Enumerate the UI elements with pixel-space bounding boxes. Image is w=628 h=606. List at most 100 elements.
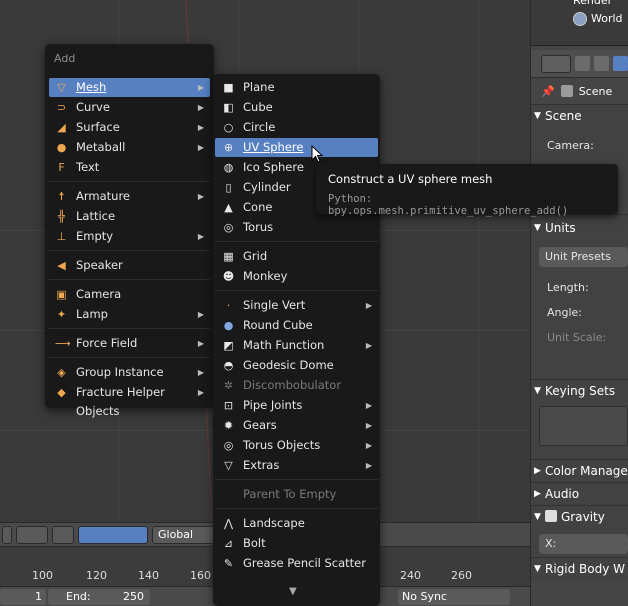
mesh-item-bolt[interactable]: ⊿ Bolt	[215, 534, 378, 553]
gravity-checkbox[interactable]	[545, 510, 557, 522]
mesh-item-plane[interactable]: ■ Plane	[215, 78, 378, 97]
ruler-tick: 120	[86, 569, 107, 582]
mesh-item-torus-objects[interactable]: ◎ Torus Objects ▶	[215, 436, 378, 455]
mesh-item-gears[interactable]: ✹ Gears ▶	[215, 416, 378, 435]
add-menu-item-metaball[interactable]: ● Metaball ▶	[49, 138, 210, 157]
audio-panel-header[interactable]: ▶ Audio	[531, 483, 628, 505]
menu-separator	[215, 290, 378, 291]
ruler-tick: 160	[190, 569, 211, 582]
panel-title: Rigid Body W	[545, 562, 626, 576]
menu-item-label: Curve	[76, 100, 110, 114]
properties-panel[interactable]: Render World 📌 Scene ▼Scene Camera: Back…	[530, 0, 628, 606]
menu-item-label: Circle	[243, 120, 276, 134]
outliner-item-render[interactable]: Render	[573, 0, 612, 10]
menu-item-label: Empty	[76, 229, 114, 243]
mesh-item-pipe-joints[interactable]: ⊡ Pipe Joints ▶	[215, 396, 378, 415]
shading-dropdown[interactable]	[16, 525, 48, 544]
add-menu-item-lattice[interactable]: ╬ Lattice	[49, 207, 210, 226]
add-menu-item-speaker[interactable]: ◀ Speaker	[49, 256, 210, 275]
mode-button[interactable]	[2, 525, 12, 544]
rigid-body-world-panel-header[interactable]: ▼ Rigid Body W	[531, 558, 628, 580]
keying-sets-panel-header[interactable]: ▼ Keying Sets	[531, 380, 628, 402]
add-menu-item-mesh[interactable]: ▽ Mesh ▶	[49, 78, 210, 97]
menu-item-label: Surface	[76, 120, 120, 134]
unit-presets-dropdown[interactable]: Unit Presets	[539, 247, 628, 267]
pin-icon[interactable]: 📌	[541, 85, 555, 98]
expand-triangle-icon: ▶	[534, 489, 541, 499]
mesh-item-math-function[interactable]: ◩ Math Function ▶	[215, 336, 378, 355]
menu-item-label: Grid	[243, 249, 268, 263]
add-menu-item-lamp[interactable]: ✦ Lamp ▶	[49, 305, 210, 324]
empty-icon: ⊥	[56, 230, 67, 243]
menu-item-label: Single Vert	[243, 298, 306, 312]
mesh-item-single-vert[interactable]: · Single Vert ▶	[215, 296, 378, 315]
mesh-item-monkey[interactable]: ☻ Monkey	[215, 267, 378, 286]
units-panel-header[interactable]: ▼ Units	[531, 217, 628, 239]
rigid-body-world-panel: ▼ Rigid Body W	[531, 557, 628, 580]
mesh-item-round-cube[interactable]: ● Round Cube	[215, 316, 378, 335]
end-frame-field[interactable]: End: 250	[48, 589, 150, 605]
round-cube-icon: ●	[223, 319, 234, 332]
render-layers-tab-icon[interactable]	[594, 56, 609, 71]
submenu-arrow-icon: ▶	[365, 441, 372, 450]
add-menu-item-surface[interactable]: ◢ Surface ▶	[49, 118, 210, 137]
editor-type-button[interactable]	[541, 54, 571, 73]
menu-item-label: Armature	[76, 189, 130, 203]
scroll-down-arrow-icon[interactable]: ▼	[289, 586, 297, 597]
add-menu-item-text[interactable]: F Text	[49, 158, 210, 177]
color-management-panel-header[interactable]: ▶ Color Manage	[531, 460, 628, 482]
menu-item-label: Torus Objects	[243, 438, 321, 452]
mesh-item-uv-sphere[interactable]: ⊕ UV Sphere	[215, 138, 378, 157]
add-menu-item-force-field[interactable]: ⟶ Force Field ▶	[49, 334, 210, 353]
scene-tab-icon[interactable]	[613, 56, 628, 71]
sync-dropdown[interactable]: No Sync	[398, 589, 510, 605]
orientation-dropdown[interactable]: Global	[152, 525, 222, 544]
keying-sets-list[interactable]	[539, 406, 628, 446]
outliner-item-world[interactable]: World	[591, 10, 623, 28]
uv-sphere-icon: ⊕	[223, 141, 234, 154]
manipulator-buttons[interactable]	[78, 525, 148, 544]
panel-title: Audio	[545, 487, 580, 501]
landscape-icon: ⋀	[223, 517, 234, 530]
menu-item-label: Extras	[243, 458, 280, 472]
torus-objects-icon: ◎	[223, 439, 234, 452]
submenu-arrow-icon: ▶	[197, 123, 204, 132]
mesh-item-torus[interactable]: ◎ Torus	[215, 218, 378, 237]
menu-item-label: Ico Sphere	[243, 160, 304, 174]
fracture-icon: ◆	[57, 386, 66, 399]
menu-separator	[49, 181, 210, 182]
add-menu-item-fracture-helper[interactable]: ◆ Fracture Helper Objects ▶	[49, 383, 210, 418]
add-menu-item-armature[interactable]: ☨ Armature ▶	[49, 187, 210, 206]
add-menu-item-empty[interactable]: ⊥ Empty ▶	[49, 227, 210, 246]
submenu-arrow-icon: ▶	[197, 339, 204, 348]
menu-item-label: Lattice	[76, 209, 116, 223]
mesh-item-extras[interactable]: ▽ Extras ▶	[215, 456, 378, 475]
scene-panel-header[interactable]: ▼ Scene	[531, 105, 628, 127]
gravity-panel-header[interactable]: ▼ Gravity	[531, 506, 628, 528]
ruler-tick: 140	[138, 569, 159, 582]
keying-sets-panel: ▼ Keying Sets	[531, 379, 628, 459]
submenu-arrow-icon: ▶	[365, 461, 372, 470]
gravity-x-field[interactable]: X:	[539, 534, 628, 554]
mesh-item-landscape[interactable]: ⋀ Landscape	[215, 514, 378, 533]
mesh-item-cube[interactable]: ◧ Cube	[215, 98, 378, 117]
world-icon	[573, 12, 587, 26]
mesh-item-geodesic-dome[interactable]: ◓ Geodesic Dome	[215, 356, 378, 375]
units-panel: ▼ Units Unit Presets Length: Angle: Unit …	[531, 214, 628, 379]
menu-separator	[49, 357, 210, 358]
end-label: End:	[66, 590, 91, 603]
add-menu-item-group-instance[interactable]: ◈ Group Instance ▶	[49, 363, 210, 382]
mesh-item-grid[interactable]: ▦ Grid	[215, 247, 378, 266]
mesh-item-grease-pencil-scatter[interactable]: ✎ Grease Pencil Scatter	[215, 554, 378, 573]
force-field-icon: ⟶	[55, 337, 71, 350]
render-tab-icon[interactable]	[575, 56, 590, 71]
outliner[interactable]: Render World	[531, 0, 628, 46]
add-menu-item-curve[interactable]: ⊃ Curve ▶	[49, 98, 210, 117]
submenu-arrow-icon: ▶	[197, 192, 204, 201]
mouse-cursor-icon	[311, 145, 324, 163]
start-frame-field[interactable]: 1	[0, 589, 46, 605]
mesh-item-circle[interactable]: ○ Circle	[215, 118, 378, 137]
add-menu-item-camera[interactable]: ▣ Camera	[49, 285, 210, 304]
pivot-button[interactable]	[52, 525, 74, 544]
menu-item-label: Cone	[243, 200, 273, 214]
